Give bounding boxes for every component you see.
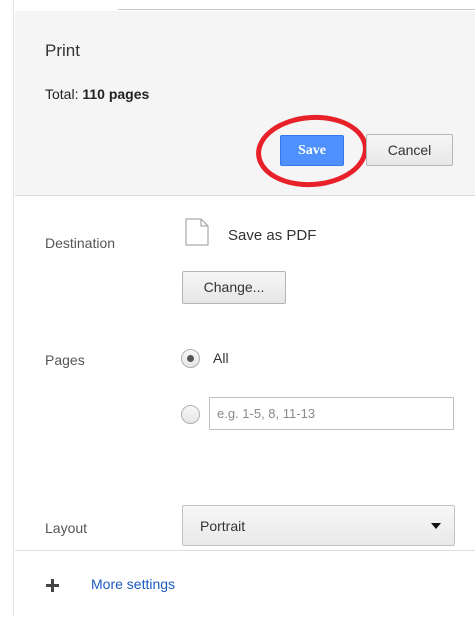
page-title: Print [45,41,80,60]
print-header: Print Total: 110 pages Save Cancel [15,11,475,196]
pages-all-label: All [213,350,229,366]
change-destination-button[interactable]: Change... [182,271,286,304]
total-value: 110 pages [82,86,150,102]
section-divider [15,550,475,551]
total-label: Total: [45,86,79,102]
plus-icon[interactable] [46,579,59,592]
save-button[interactable]: Save [280,135,344,166]
layout-select[interactable]: Portrait [182,505,455,546]
more-settings-link[interactable]: More settings [91,576,175,592]
layout-label: Layout [45,520,88,536]
document-icon [185,218,209,246]
destination-name: Save as PDF [228,227,317,244]
pages-label: Pages [45,352,85,368]
print-dialog: Print Total: 110 pages Save Cancel Desti… [0,0,475,617]
pages-all-radio[interactable] [181,349,200,368]
left-edge [0,0,14,617]
top-border [118,0,475,10]
pages-custom-radio[interactable] [181,405,200,424]
total-pages: Total: 110 pages [45,86,149,102]
cancel-button[interactable]: Cancel [366,134,453,166]
page-range-input[interactable] [209,397,454,430]
layout-selected-value: Portrait [200,518,246,534]
destination-label: Destination [45,235,116,251]
caret-down-icon [431,523,441,529]
